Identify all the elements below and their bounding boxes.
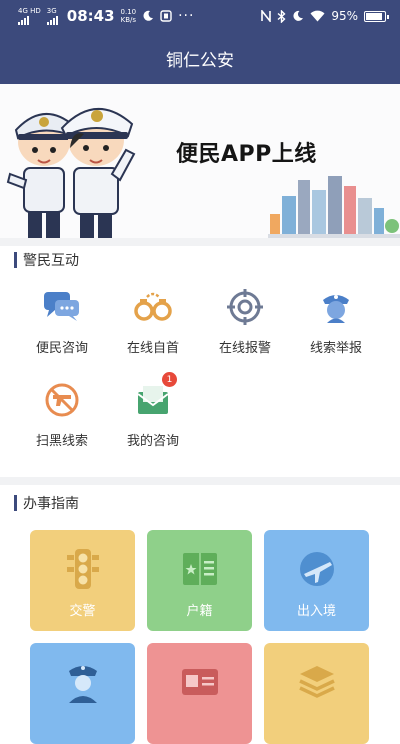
target-icon (225, 287, 265, 327)
police-cartoon-illustration (6, 108, 136, 238)
tile-traffic-police[interactable]: 交警 (30, 530, 135, 631)
section-header-guide: 办事指南 (14, 493, 79, 513)
section-title: 警民互动 (23, 253, 79, 269)
grid-item-report-crime[interactable]: 在线报警 (195, 287, 295, 356)
grid-item-consultation[interactable]: 便民咨询 (12, 287, 112, 356)
divider (0, 477, 400, 485)
grid-label: 在线报警 (218, 341, 271, 356)
tile-household[interactable]: 户籍 (147, 530, 252, 631)
grid-label: 我的咨询 (126, 434, 179, 449)
network-indicator-2: 3G (46, 7, 58, 25)
network-type: 4G HD (18, 7, 41, 15)
section-accent-bar (14, 495, 17, 511)
signal-icon-2 (46, 15, 58, 25)
tile-layers[interactable] (264, 643, 369, 744)
tile-id-card[interactable] (147, 643, 252, 744)
grid-label: 在线自首 (126, 341, 179, 356)
traffic-light-icon (60, 546, 105, 591)
grid-item-my-consultation[interactable]: 1 我的咨询 (103, 372, 203, 449)
network-indicator: 4G HD (18, 7, 41, 25)
tile-label: 出入境 (296, 604, 336, 619)
id-card-icon (177, 659, 222, 704)
more-notifications-icon: ··· (178, 8, 195, 24)
signal-icon (18, 15, 41, 25)
clock: 08:43 (66, 7, 115, 25)
city-skyline-illustration (268, 176, 400, 238)
grid-label: 便民咨询 (35, 341, 88, 356)
bluetooth-icon (277, 9, 286, 23)
tile-police-service[interactable] (30, 643, 135, 744)
grid-item-gang-clue[interactable]: 扫黑线索 (12, 380, 112, 449)
promo-banner[interactable]: 便民APP上线 (0, 84, 400, 238)
airplane-icon (294, 546, 339, 591)
battery-percent: 95% (331, 9, 358, 23)
banner-title: 便民APP上线 (176, 142, 317, 167)
divider (0, 238, 400, 246)
wifi-icon (310, 10, 325, 22)
app-bar: 铜仁公安 (0, 32, 400, 84)
tile-label: 户籍 (186, 604, 213, 619)
nfc-icon (261, 10, 272, 22)
grid-label: 扫黑线索 (35, 434, 88, 449)
notification-badge: 1 (162, 372, 177, 387)
app-notification-icon (160, 10, 172, 22)
layers-icon (294, 659, 339, 704)
grid-item-surrender[interactable]: 在线自首 (103, 287, 203, 356)
household-register-icon (177, 546, 222, 591)
do-not-disturb-icon (293, 10, 304, 21)
section-title: 办事指南 (23, 496, 79, 512)
speed-value: 0.10 (120, 8, 137, 16)
no-gun-icon (42, 380, 82, 420)
network-speed: 0.10 KB/s (121, 8, 137, 24)
chat-icon (42, 287, 82, 327)
mail-icon: 1 (133, 372, 177, 420)
moon-icon (143, 10, 154, 21)
network-type-2: 3G (46, 7, 57, 15)
battery-icon (364, 10, 389, 22)
police-officer-icon (316, 287, 356, 327)
section-header-interaction: 警民互动 (14, 250, 79, 270)
handcuffs-icon (133, 287, 173, 327)
tile-label: 交警 (69, 604, 96, 619)
status-bar: 4G HD 3G 08:43 0.10 KB/s ··· 95% (0, 0, 400, 32)
section-accent-bar (14, 252, 17, 268)
grid-label: 线索举报 (309, 341, 362, 356)
speed-unit: KB/s (120, 16, 137, 24)
tile-exit-entry[interactable]: 出入境 (264, 530, 369, 631)
page-title: 铜仁公安 (166, 50, 234, 71)
police-officer-icon (60, 659, 105, 704)
grid-item-clue-report[interactable]: 线索举报 (286, 287, 386, 356)
